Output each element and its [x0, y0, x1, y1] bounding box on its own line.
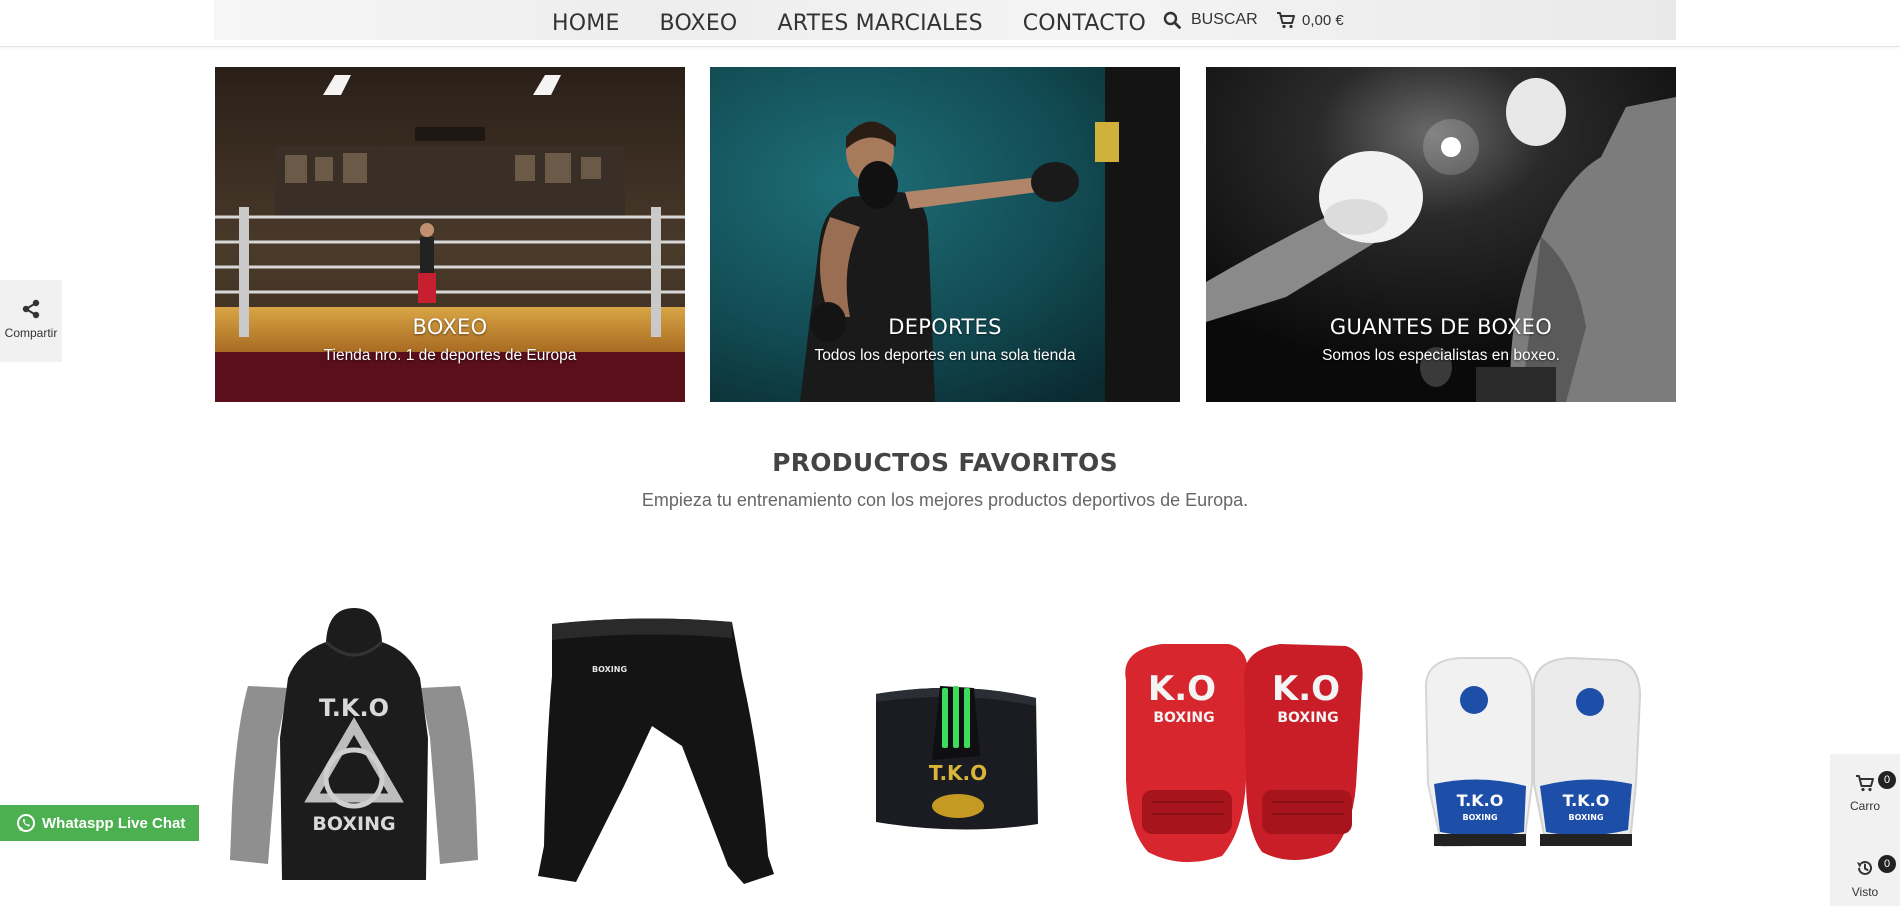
whatsapp-icon	[17, 814, 35, 832]
nav-home[interactable]: HOME	[552, 11, 620, 36]
nav-boxeo[interactable]: BOXEO	[660, 11, 738, 36]
share-icon	[22, 299, 40, 319]
red-gloves-image: K.O BOXING K.O BOXING	[1125, 644, 1363, 863]
share-button[interactable]: Compartir	[0, 280, 62, 362]
banner-title: GUANTES DE BOXEO	[1329, 315, 1553, 339]
product-wrist-wrap[interactable]: T.K.O	[870, 676, 1044, 838]
product-pants[interactable]: BOXING	[532, 616, 776, 892]
nav-artes-marciales[interactable]: ARTES MARCIALES	[777, 11, 982, 36]
cart-count-badge: 0	[1878, 771, 1896, 789]
red-glove-brand-right: K.O	[1272, 669, 1340, 709]
red-glove-sub-left: BOXING	[1153, 710, 1214, 726]
whatsapp-chat-button[interactable]: Whataspp Live Chat	[0, 805, 199, 841]
banner-subtitle: Todos los deportes en una sola tienda	[814, 347, 1076, 364]
search-button[interactable]: BUSCAR	[1163, 11, 1258, 29]
history-icon	[1857, 860, 1872, 875]
product-white-gloves[interactable]: T.K.O BOXING T.K.O BOXING	[1420, 654, 1646, 850]
hoodie-brand-sub: BOXING	[312, 813, 395, 835]
side-cart-label: Carro	[1849, 799, 1880, 813]
search-icon	[1163, 11, 1181, 29]
cart-icon	[1277, 12, 1295, 29]
nav-contacto[interactable]: CONTACTO	[1023, 11, 1146, 36]
banner-deportes[interactable]: DEPORTES Todos los deportes en una sola …	[710, 67, 1180, 402]
main-nav: HOME BOXEO ARTES MARCIALES CONTACTO	[552, 0, 1186, 47]
red-glove-sub-right: BOXING	[1277, 710, 1338, 726]
banner-title: BOXEO	[412, 315, 488, 339]
white-glove-brand-left: T.K.O	[1457, 791, 1504, 810]
wrap-brand: T.K.O	[929, 761, 987, 785]
hoodie-brand: T.K.O	[319, 694, 389, 722]
wrist-wrap-image: T.K.O	[876, 686, 1038, 830]
white-glove-sub-right: BOXING	[1568, 813, 1603, 822]
cart-total: 0,00 €	[1302, 11, 1344, 29]
product-hoodie[interactable]: T.K.O BOXING	[228, 608, 480, 880]
section-title: PRODUCTOS FAVORITOS	[772, 448, 1118, 477]
search-label: BUSCAR	[1191, 11, 1258, 28]
banner-boxeo[interactable]: BOXEO Tienda nro. 1 de deportes de Europ…	[215, 67, 685, 402]
white-gloves-image: T.K.O BOXING T.K.O BOXING	[1424, 656, 1642, 848]
banner-title: DEPORTES	[888, 315, 1002, 339]
whatsapp-label: Whataspp Live Chat	[42, 814, 186, 832]
white-glove-sub-left: BOXING	[1462, 813, 1497, 822]
hoodie-image: T.K.O BOXING	[230, 608, 478, 880]
viewed-count-badge: 0	[1878, 855, 1896, 873]
share-label: Compartir	[4, 326, 58, 340]
side-viewed-button[interactable]: Visto 0	[1830, 855, 1900, 899]
site-header: HOME BOXEO ARTES MARCIALES CONTACTO BUSC…	[0, 0, 1900, 47]
red-glove-brand-left: K.O	[1148, 669, 1216, 709]
product-red-gloves[interactable]: K.O BOXING K.O BOXING	[1112, 640, 1368, 866]
side-panel: Carro 0 Visto 0	[1830, 754, 1900, 906]
side-viewed-label: Visto	[1851, 885, 1879, 899]
section-subtitle: Empieza tu entrenamiento con los mejores…	[641, 490, 1249, 510]
white-glove-brand-right: T.K.O	[1563, 791, 1610, 810]
cart-icon	[1856, 775, 1874, 792]
banner-subtitle: Tienda nro. 1 de deportes de Europa	[323, 347, 577, 364]
banner-guantes[interactable]: GUANTES DE BOXEO Somos los especialistas…	[1206, 67, 1676, 402]
side-cart-button[interactable]: Carro 0	[1830, 771, 1900, 813]
header-cart[interactable]: 0,00 €	[1276, 11, 1344, 29]
pants-image: BOXING	[538, 618, 774, 884]
banner-subtitle: Somos los especialistas en boxeo.	[1322, 347, 1560, 364]
pants-brand: BOXING	[592, 665, 627, 674]
